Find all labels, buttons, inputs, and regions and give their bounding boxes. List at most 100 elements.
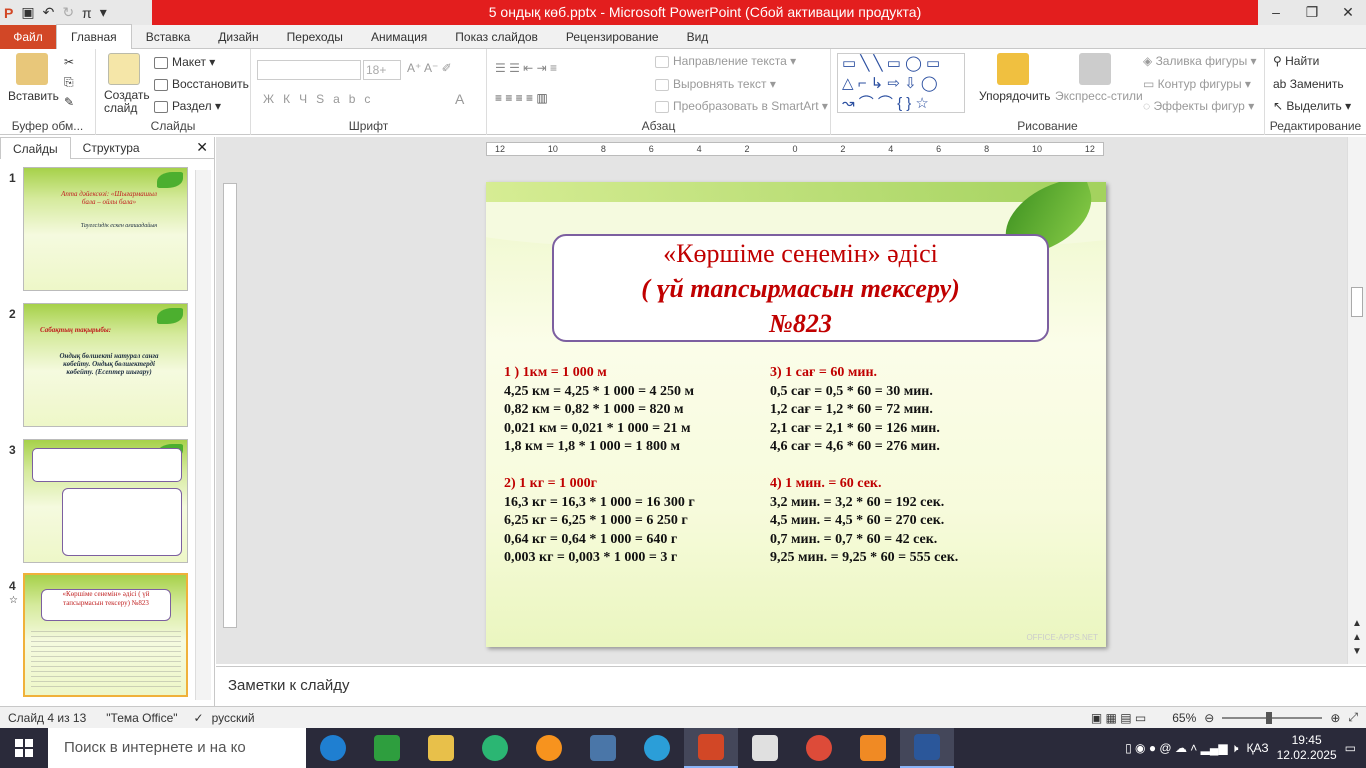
tab-view[interactable]: Вид [673, 25, 723, 49]
tab-file[interactable]: Файл [0, 24, 56, 49]
smartart-button[interactable]: Преобразовать в SmartArt ▾ [655, 99, 828, 113]
slide-title-box[interactable]: «Көршіме сенемін» әдісі ( үй тапсырмасын… [552, 234, 1049, 342]
title-bar: P ▣ ↶ ↻ π ▾ 5 ондық көб.pptx - Microsoft… [0, 0, 1366, 25]
zoom-in-icon[interactable]: ⊕ [1330, 711, 1340, 725]
restore-icon[interactable]: ❐ [1294, 0, 1330, 25]
theme-name: "Тема Office" [106, 710, 178, 725]
calc-line: 4,25 км = 4,25 * 1 000 = 4 250 м [504, 383, 695, 399]
slide-thumbnail-4[interactable]: «Көршіме сенемін» әдісі ( үй тапсырмасын… [23, 573, 188, 697]
save-icon[interactable]: ▣ [21, 4, 34, 21]
bullets-icon[interactable]: ☰ ☰ ⇤ ⇥ ≡ [495, 61, 557, 75]
view-buttons[interactable]: ▣ ▦ ▤ ▭ [1091, 711, 1146, 725]
tab-slides-panel[interactable]: Слайды [0, 136, 71, 159]
tab-insert[interactable]: Вставка [132, 25, 205, 49]
thumb-title: «Көршіме сенемін» әдісі ( үй тапсырмасын… [62, 590, 150, 607]
close-icon[interactable]: ✕ [1330, 0, 1366, 25]
input-language[interactable]: ҚАЗ [1246, 741, 1268, 755]
layout-button[interactable]: Макет ▾ [154, 55, 215, 69]
font-size-select[interactable]: 18+ [363, 60, 401, 80]
quick-styles-button[interactable]: Экспресс-стили [1055, 89, 1143, 103]
shape-effects-button[interactable]: ◌ Эффекты фигур ▾ [1143, 99, 1254, 113]
panel-close-icon[interactable]: ✕ [196, 139, 208, 156]
section-heading: 4) 1 мин. = 60 сек. [770, 476, 882, 491]
slide-thumbnail-3[interactable] [23, 439, 188, 563]
tab-design[interactable]: Дизайн [204, 25, 272, 49]
new-slide-icon [108, 53, 140, 85]
customize-qat-icon[interactable]: ▾ [100, 4, 107, 21]
tab-transitions[interactable]: Переходы [273, 25, 357, 49]
panel-scrollbar[interactable] [195, 170, 211, 700]
prev-next-slide-icons[interactable]: ▲ ▲ ▼ [1352, 617, 1362, 659]
tray-icons[interactable]: ▯ ◉ ● @ ☁ ˄ ▂▄▆ 🕨 [1125, 741, 1238, 756]
odnoklassniki-icon[interactable] [522, 728, 576, 768]
notes-pane[interactable]: Заметки к слайду [216, 666, 1366, 706]
notifications-icon[interactable]: ▭ [1345, 741, 1356, 755]
fit-to-window-icon[interactable]: ⤢ [1348, 710, 1358, 725]
font-color-icon[interactable]: A [455, 91, 464, 107]
text-direction-button[interactable]: Направление текста ▾ [655, 54, 796, 68]
select-button[interactable]: ↖ Выделить ▾ [1273, 99, 1351, 113]
edge-icon[interactable] [630, 728, 684, 768]
powerpoint-logo-icon[interactable]: P [4, 5, 13, 21]
shape-fill-button[interactable]: ◈ Заливка фигуры ▾ [1143, 54, 1257, 68]
grow-font-icon[interactable]: A⁺ A⁻ ✐ [407, 61, 452, 75]
file-explorer-icon[interactable] [414, 728, 468, 768]
slide-thumbnail-2[interactable]: Сабақтың тақырыбы: Ондық бөлшекті натура… [23, 303, 188, 427]
vk-icon[interactable] [576, 728, 630, 768]
drawing-group: ▭ ╲ ╲ ▭ ◯ ▭ △ ⌐ ↳ ⇨ ⇩ ◯ ↝ ⌒ ⌒ { } ☆ Упоряд… [831, 49, 1265, 135]
powerpoint-taskbar-icon[interactable] [684, 728, 738, 768]
redo-icon[interactable]: ↻ [62, 4, 74, 21]
font-name-select[interactable] [257, 60, 361, 80]
shape-outline-button[interactable]: ▭ Контур фигуры ▾ [1143, 77, 1251, 91]
equation-button[interactable]: π [82, 5, 92, 21]
font-style-buttons[interactable]: ЖКЧSabc [263, 92, 379, 106]
arrange-button[interactable]: Упорядочить [979, 89, 1050, 103]
tab-review[interactable]: Рецензирование [552, 25, 673, 49]
find-button[interactable]: ⚲ Найти [1273, 54, 1319, 68]
language[interactable]: русский [212, 711, 255, 725]
new-slide-button[interactable]: Создать слайд [104, 89, 154, 115]
zoom-slider-handle[interactable] [1266, 711, 1273, 724]
shapes-gallery[interactable]: ▭ ╲ ╲ ▭ ◯ ▭ △ ⌐ ↳ ⇨ ⇩ ◯ ↝ ⌒ ⌒ { } ☆ [837, 53, 965, 113]
replace-button[interactable]: ab Заменить [1273, 77, 1344, 91]
slides-panel: Слайды Структура ✕ 1 Апта дәйексөзі: «Шы… [0, 136, 215, 706]
font-group: 18+ A⁺ A⁻ ✐ ЖКЧSabc A Шрифт [251, 49, 487, 135]
section-button[interactable]: Раздел ▾ [154, 99, 221, 113]
tab-home[interactable]: Главная [56, 24, 132, 49]
paste-button[interactable]: Вставить [8, 89, 59, 103]
minimize-icon[interactable]: – [1258, 0, 1294, 25]
document-icon[interactable] [738, 728, 792, 768]
media-player-icon[interactable] [846, 728, 900, 768]
tab-slideshow[interactable]: Показ слайдов [441, 25, 552, 49]
format-painter-icon[interactable]: ✎ [64, 95, 74, 109]
undo-icon[interactable]: ↶ [43, 4, 55, 21]
tab-animations[interactable]: Анимация [357, 25, 441, 49]
start-button[interactable] [0, 728, 48, 768]
spellcheck-icon[interactable]: ✓ [194, 711, 204, 725]
mail-icon[interactable] [468, 728, 522, 768]
taskbar-search[interactable]: Поиск в интернете и на ко [48, 728, 306, 768]
slide-counter: Слайд 4 из 13 [8, 710, 87, 725]
slide-thumbnail-1[interactable]: Апта дәйексөзі: «Шығармашыл бала – ойлы … [23, 167, 188, 291]
slide-canvas[interactable]: «Көршіме сенемін» әдісі ( үй тапсырмасын… [486, 182, 1106, 647]
reset-button[interactable]: Восстановить [154, 77, 249, 91]
clipboard-group: Вставить ✂ ⎘ ✎ Буфер обм... [0, 49, 96, 135]
edge-legacy-icon[interactable] [306, 728, 360, 768]
zoom-out-icon[interactable]: ⊖ [1204, 711, 1214, 725]
tab-outline-panel[interactable]: Структура [71, 137, 152, 159]
zoom-slider[interactable] [1222, 711, 1323, 724]
chrome-icon[interactable] [792, 728, 846, 768]
store-icon[interactable] [360, 728, 414, 768]
clock[interactable]: 19:45 12.02.2025 [1277, 733, 1337, 763]
word-taskbar-icon[interactable] [900, 728, 954, 768]
scroll-thumb[interactable] [1351, 287, 1363, 317]
copy-icon[interactable]: ⎘ [64, 75, 74, 90]
align-icons[interactable]: ≡ ≡ ≡ ≡ ▥ [495, 91, 548, 105]
zoom-level[interactable]: 65% [1172, 711, 1196, 725]
left-column[interactable]: 1 ) 1км = 1 000 м 4,25 км = 4,25 * 1 000… [504, 364, 695, 568]
calc-line: 1,8 км = 1,8 * 1 000 = 1 800 м [504, 439, 681, 454]
cut-icon[interactable]: ✂ [64, 55, 74, 69]
editor-scrollbar[interactable]: ▲ ▲ ▼ [1347, 137, 1366, 664]
align-text-button[interactable]: Выровнять текст ▾ [655, 77, 776, 91]
right-column[interactable]: 3) 1 сағ = 60 мин. 0,5 сағ = 0,5 * 60 = … [770, 364, 958, 568]
